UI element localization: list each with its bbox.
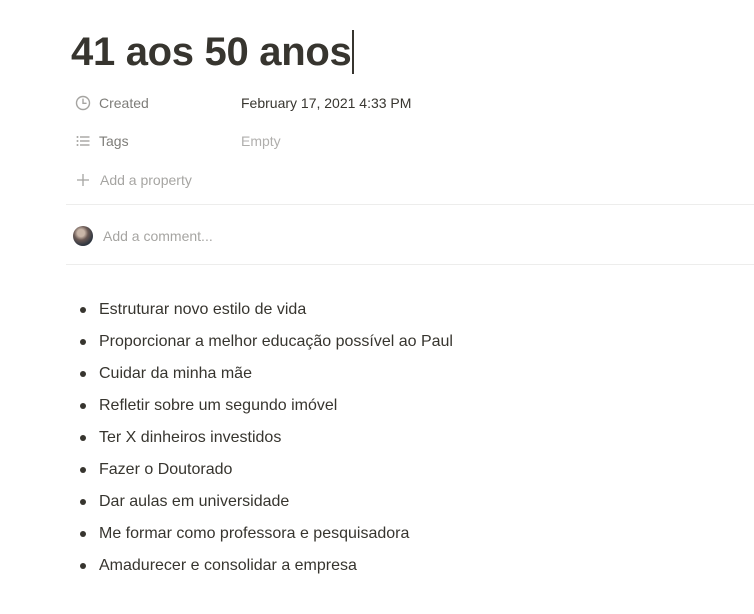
divider [66,204,754,205]
list-item-text[interactable]: Refletir sobre um segundo imóvel [99,397,337,414]
bullet-icon [80,467,86,473]
property-label: Tags [99,133,129,149]
property-value-tags[interactable]: Empty [241,133,281,149]
list-item[interactable]: Dar aulas em universidade [78,490,453,522]
add-property-label: Add a property [100,172,192,188]
bullet-icon [80,307,86,313]
property-value-created[interactable]: February 17, 2021 4:33 PM [241,95,411,111]
list-item[interactable]: Refletir sobre um segundo imóvel [78,394,453,426]
property-row-tags[interactable]: Tags Empty [74,129,281,153]
list-item[interactable]: Estruturar novo estilo de vida [78,298,453,330]
property-key-tags[interactable]: Tags [74,132,241,150]
property-row-created[interactable]: Created February 17, 2021 4:33 PM [74,91,411,115]
list-icon [74,132,92,150]
page-title[interactable]: 41 aos 50 anos [71,28,352,76]
divider [66,264,754,265]
comment-placeholder[interactable]: Add a comment... [103,228,213,244]
avatar [73,226,93,246]
bullet-icon [80,339,86,345]
property-label: Created [99,95,149,111]
clock-icon [74,94,92,112]
bullet-icon [80,499,86,505]
page-title-field[interactable]: 41 aos 50 anos [71,28,354,76]
list-item-text[interactable]: Me formar como professora e pesquisadora [99,525,409,542]
list-item-text[interactable]: Estruturar novo estilo de vida [99,301,306,318]
list-item[interactable]: Fazer o Doutorado [78,458,453,490]
list-item-text[interactable]: Amadurecer e consolidar a empresa [99,557,357,574]
list-item-text[interactable]: Proporcionar a melhor educação possível … [99,333,453,350]
bullet-icon [80,563,86,569]
bullet-icon [80,403,86,409]
list-item-text[interactable]: Ter X dinheiros investidos [99,429,281,446]
list-item[interactable]: Ter X dinheiros investidos [78,426,453,458]
plus-icon [74,171,92,189]
list-item-text[interactable]: Fazer o Doutorado [99,461,232,478]
bulleted-list: Estruturar novo estilo de vida Proporcio… [78,298,453,586]
property-key-created[interactable]: Created [74,94,241,112]
notion-page: 41 aos 50 anos Created February 17, 2021… [0,0,754,614]
list-item-text[interactable]: Cuidar da minha mãe [99,365,252,382]
comment-input[interactable]: Add a comment... [73,224,213,248]
list-item-text[interactable]: Dar aulas em universidade [99,493,289,510]
list-item[interactable]: Cuidar da minha mãe [78,362,453,394]
list-item[interactable]: Amadurecer e consolidar a empresa [78,554,453,586]
bullet-icon [80,435,86,441]
list-item[interactable]: Proporcionar a melhor educação possível … [78,330,453,362]
list-item[interactable]: Me formar como professora e pesquisadora [78,522,453,554]
text-caret [352,30,354,74]
bullet-icon [80,371,86,377]
bullet-icon [80,531,86,537]
add-property-button[interactable]: Add a property [74,168,192,192]
